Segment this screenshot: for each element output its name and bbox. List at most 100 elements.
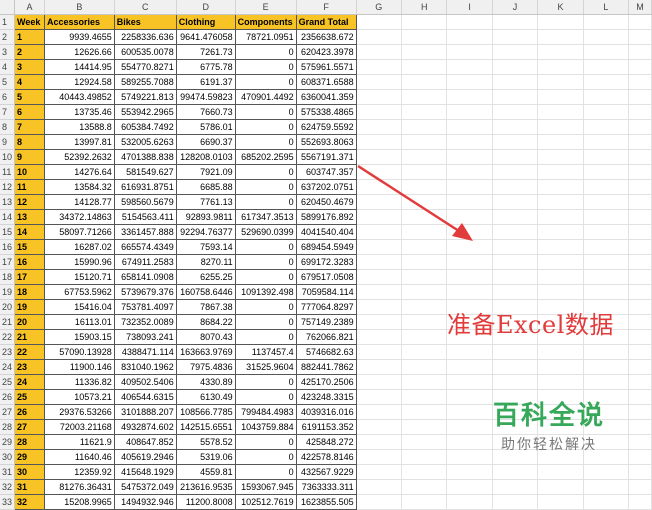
row-number[interactable]: 1: [0, 14, 15, 30]
column-header-g[interactable]: G: [356, 0, 403, 15]
value-cell[interactable]: 14276.64: [43, 164, 115, 180]
row-number[interactable]: 17: [0, 254, 15, 270]
value-cell[interactable]: 0: [234, 164, 297, 180]
value-cell[interactable]: 15903.15: [43, 329, 115, 345]
empty-cell[interactable]: [492, 209, 539, 225]
value-cell[interactable]: 0: [234, 374, 297, 390]
value-cell[interactable]: 142515.6551: [175, 419, 236, 435]
value-cell[interactable]: 7761.13: [175, 194, 236, 210]
value-cell[interactable]: 8070.43: [175, 329, 236, 345]
value-cell[interactable]: 12359.92: [43, 464, 115, 480]
empty-cell[interactable]: [356, 134, 403, 150]
value-cell[interactable]: 13584.32: [43, 179, 115, 195]
value-cell[interactable]: 6360041.359: [295, 89, 357, 105]
empty-cell[interactable]: [537, 194, 584, 210]
value-cell[interactable]: 5899176.892: [295, 209, 357, 225]
column-header-a[interactable]: A: [14, 0, 45, 15]
empty-cell[interactable]: [401, 224, 448, 240]
empty-cell[interactable]: [401, 284, 448, 300]
empty-cell[interactable]: [401, 149, 448, 165]
row-number[interactable]: 13: [0, 194, 15, 210]
empty-cell[interactable]: [583, 239, 630, 255]
value-cell[interactable]: 553942.2965: [113, 104, 177, 120]
value-cell[interactable]: 14128.77: [43, 194, 115, 210]
row-number[interactable]: 22: [0, 329, 15, 345]
value-cell[interactable]: 5786.01: [175, 119, 236, 135]
empty-cell[interactable]: [446, 134, 493, 150]
week-cell[interactable]: 27: [14, 419, 45, 435]
value-cell[interactable]: 6191153.352: [295, 419, 357, 435]
empty-cell[interactable]: [492, 374, 539, 390]
empty-cell[interactable]: [628, 269, 652, 285]
value-cell[interactable]: 0: [234, 239, 297, 255]
empty-cell[interactable]: [583, 494, 630, 510]
week-cell[interactable]: 32: [14, 494, 45, 510]
value-cell[interactable]: 78721.0951: [234, 29, 297, 45]
week-cell[interactable]: 25: [14, 389, 45, 405]
empty-cell[interactable]: [356, 14, 403, 30]
value-cell[interactable]: 425848.272: [295, 434, 357, 450]
empty-cell[interactable]: [401, 29, 448, 45]
empty-cell[interactable]: [583, 464, 630, 480]
week-cell[interactable]: 22: [14, 344, 45, 360]
empty-cell[interactable]: [356, 434, 403, 450]
row-number[interactable]: 18: [0, 269, 15, 285]
empty-cell[interactable]: [356, 344, 403, 360]
empty-cell[interactable]: [537, 209, 584, 225]
empty-cell[interactable]: [446, 284, 493, 300]
week-cell[interactable]: 23: [14, 359, 45, 375]
empty-cell[interactable]: [401, 239, 448, 255]
row-number[interactable]: 6: [0, 89, 15, 105]
value-cell[interactable]: 5749221.813: [113, 89, 177, 105]
value-cell[interactable]: 605384.7492: [113, 119, 177, 135]
value-cell[interactable]: 15120.71: [43, 269, 115, 285]
empty-cell[interactable]: [537, 134, 584, 150]
empty-cell[interactable]: [583, 344, 630, 360]
value-cell[interactable]: 620423.3978: [295, 44, 357, 60]
empty-cell[interactable]: [628, 359, 652, 375]
empty-cell[interactable]: [537, 254, 584, 270]
empty-cell[interactable]: [583, 74, 630, 90]
value-cell[interactable]: 699172.3283: [295, 254, 357, 270]
value-cell[interactable]: 9641.476058: [175, 29, 236, 45]
row-number[interactable]: 16: [0, 239, 15, 255]
value-cell[interactable]: 0: [234, 194, 297, 210]
value-cell[interactable]: 882441.7862: [295, 359, 357, 375]
row-number[interactable]: 25: [0, 374, 15, 390]
week-cell[interactable]: 30: [14, 464, 45, 480]
empty-cell[interactable]: [492, 14, 539, 30]
empty-cell[interactable]: [583, 179, 630, 195]
empty-cell[interactable]: [628, 179, 652, 195]
empty-cell[interactable]: [356, 449, 403, 465]
row-number[interactable]: 8: [0, 119, 15, 135]
value-cell[interactable]: 757149.2389: [295, 314, 357, 330]
empty-cell[interactable]: [537, 359, 584, 375]
week-cell[interactable]: 28: [14, 434, 45, 450]
value-cell[interactable]: 405619.2946: [113, 449, 177, 465]
week-cell[interactable]: 31: [14, 479, 45, 495]
value-cell[interactable]: 4932874.602: [113, 419, 177, 435]
value-cell[interactable]: 7363333.311: [295, 479, 357, 495]
empty-cell[interactable]: [356, 179, 403, 195]
empty-cell[interactable]: [401, 449, 448, 465]
value-cell[interactable]: 831040.1962: [113, 359, 177, 375]
empty-cell[interactable]: [628, 119, 652, 135]
week-cell[interactable]: 6: [14, 104, 45, 120]
empty-cell[interactable]: [492, 194, 539, 210]
empty-cell[interactable]: [628, 464, 652, 480]
value-cell[interactable]: 679517.0508: [295, 269, 357, 285]
header-cell[interactable]: Week: [14, 14, 45, 30]
value-cell[interactable]: 3101888.207: [113, 404, 177, 420]
empty-cell[interactable]: [492, 479, 539, 495]
row-number[interactable]: 31: [0, 464, 15, 480]
row-number[interactable]: 20: [0, 299, 15, 315]
column-header-c[interactable]: C: [114, 0, 177, 15]
empty-cell[interactable]: [537, 59, 584, 75]
empty-cell[interactable]: [492, 149, 539, 165]
empty-cell[interactable]: [583, 374, 630, 390]
value-cell[interactable]: 15208.9965: [43, 494, 115, 510]
value-cell[interactable]: 11200.8008: [175, 494, 236, 510]
value-cell[interactable]: 67753.5962: [43, 284, 115, 300]
value-cell[interactable]: 406544.6315: [113, 389, 177, 405]
value-cell[interactable]: 13735.46: [43, 104, 115, 120]
